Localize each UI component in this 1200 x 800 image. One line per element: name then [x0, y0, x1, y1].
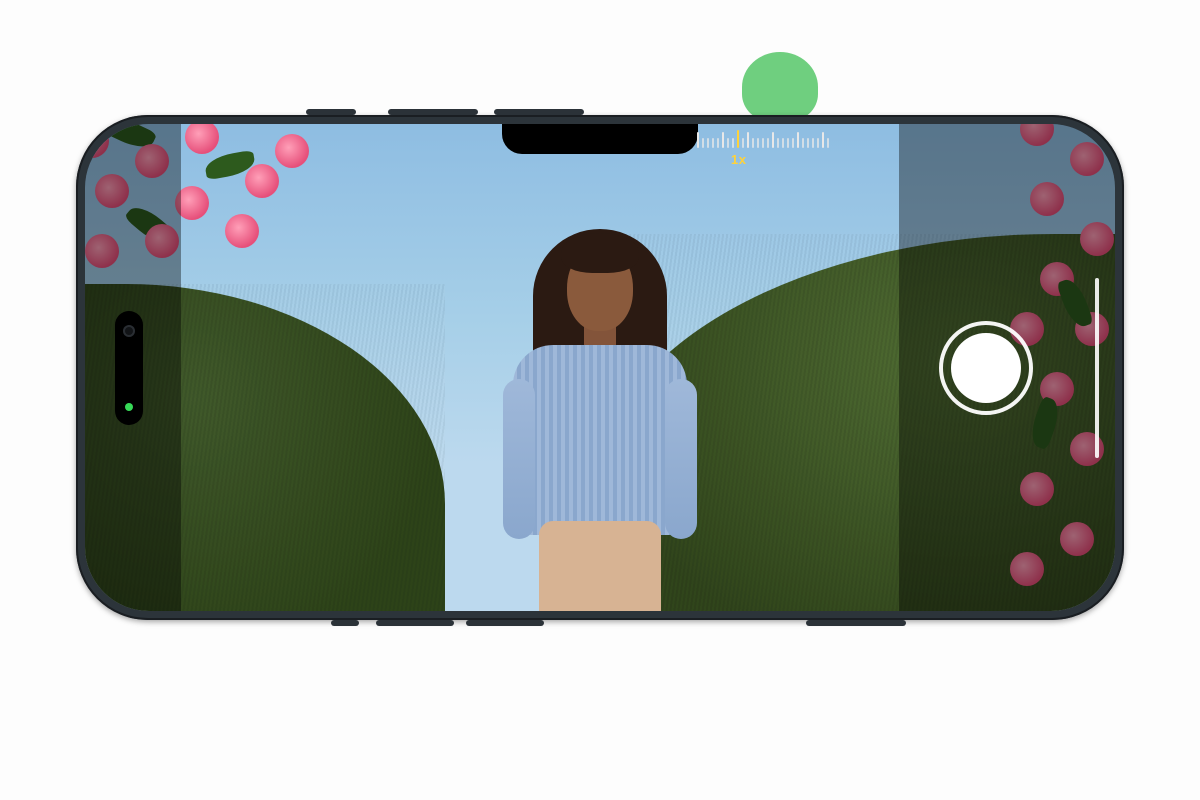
zoom-tick [697, 132, 699, 148]
shutter-button[interactable] [939, 321, 1033, 415]
zoom-tick [702, 138, 704, 148]
scene-foliage-left [85, 284, 445, 611]
zoom-tick [752, 138, 754, 148]
zoom-tick [827, 138, 829, 148]
zoom-tick [742, 138, 744, 148]
side-button [376, 620, 454, 626]
zoom-tick [772, 132, 774, 148]
zoom-tick [732, 138, 734, 148]
scene-subject [495, 209, 705, 609]
zoom-tick [707, 138, 709, 148]
decor-green-dot [742, 52, 818, 122]
side-button [306, 109, 356, 115]
volume-down-button [494, 109, 584, 115]
zoom-tick [767, 138, 769, 148]
zoom-tick [712, 138, 714, 148]
zoom-tick [737, 130, 739, 148]
zoom-tick [722, 132, 724, 148]
volume-up-button [388, 109, 478, 115]
zoom-tick [807, 138, 809, 148]
zoom-tick [792, 138, 794, 148]
zoom-tick [762, 138, 764, 148]
zoom-slider[interactable] [697, 130, 829, 148]
phone-frame: 1x [76, 115, 1124, 620]
action-button [331, 620, 359, 626]
side-button [466, 620, 544, 626]
zoom-tick [812, 138, 814, 148]
shutter-core-icon [951, 333, 1021, 403]
zoom-tick [802, 138, 804, 148]
scene-flowers-left [85, 124, 365, 314]
zoom-tick [757, 138, 759, 148]
zoom-tick [717, 138, 719, 148]
screen: 1x [85, 124, 1115, 611]
zoom-tick [747, 132, 749, 148]
zoom-tick [787, 138, 789, 148]
camera-control-button [806, 620, 906, 626]
zoom-tick [797, 132, 799, 148]
zoom-tick [727, 138, 729, 148]
zoom-tick [822, 132, 824, 148]
zoom-tick [782, 138, 784, 148]
canvas: 1x [0, 0, 1200, 800]
zoom-tick [777, 138, 779, 148]
zoom-tick [817, 138, 819, 148]
